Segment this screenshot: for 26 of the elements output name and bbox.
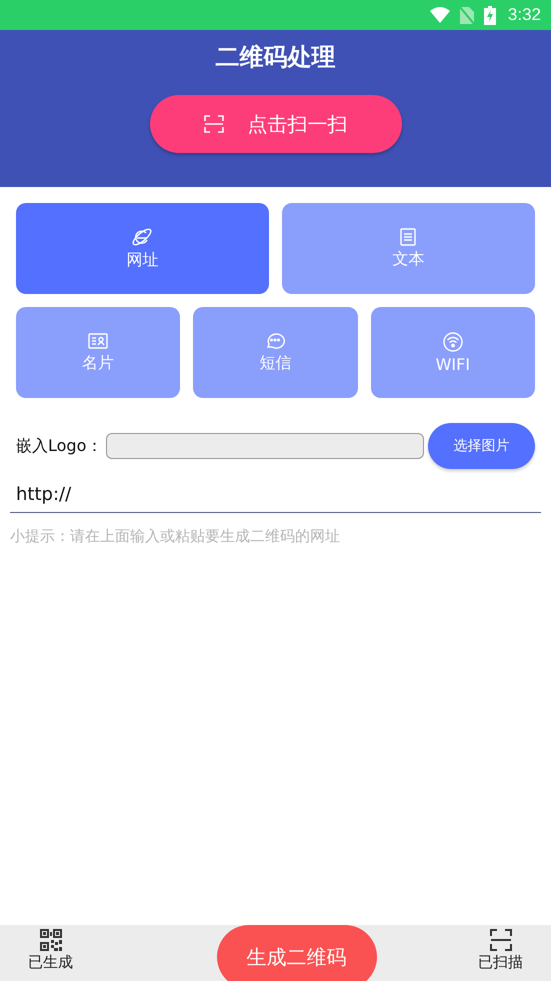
screen-title: 二维码处理 (216, 42, 336, 73)
scan-icon (490, 929, 512, 951)
category-tile[interactable]: WIFI (370, 307, 535, 398)
choose-image-button[interactable]: 选择图片 (428, 423, 535, 469)
category-tile[interactable]: 网址 (16, 203, 269, 294)
wifi-signal-icon (430, 7, 450, 23)
generated-tab[interactable]: 已生成 (28, 925, 73, 972)
contact-card-icon (88, 332, 108, 350)
qr-code-icon (40, 929, 62, 951)
chat-bubble-icon (265, 332, 286, 350)
category-tile[interactable]: 短信 (193, 307, 358, 398)
logo-path-field[interactable] (106, 433, 424, 459)
scanned-tab[interactable]: 已扫描 (478, 925, 523, 972)
logo-label: 嵌入Logo： (16, 436, 102, 456)
scan-button[interactable]: 点击扫一扫 (150, 95, 402, 153)
category-tile[interactable]: 文本 (282, 203, 535, 294)
planet-icon (132, 226, 152, 246)
scan-icon (204, 115, 224, 133)
wifi-icon (442, 332, 463, 352)
no-sim-icon (460, 6, 474, 24)
document-icon (399, 228, 418, 246)
hint-text: 小提示：请在上面输入或粘贴要生成二维码的网址 (10, 527, 341, 546)
status-time: 3:32 (508, 5, 541, 25)
generate-button[interactable]: 生成二维码 (216, 925, 376, 981)
battery-charging-icon (484, 6, 496, 24)
category-tile[interactable]: 名片 (16, 307, 180, 398)
